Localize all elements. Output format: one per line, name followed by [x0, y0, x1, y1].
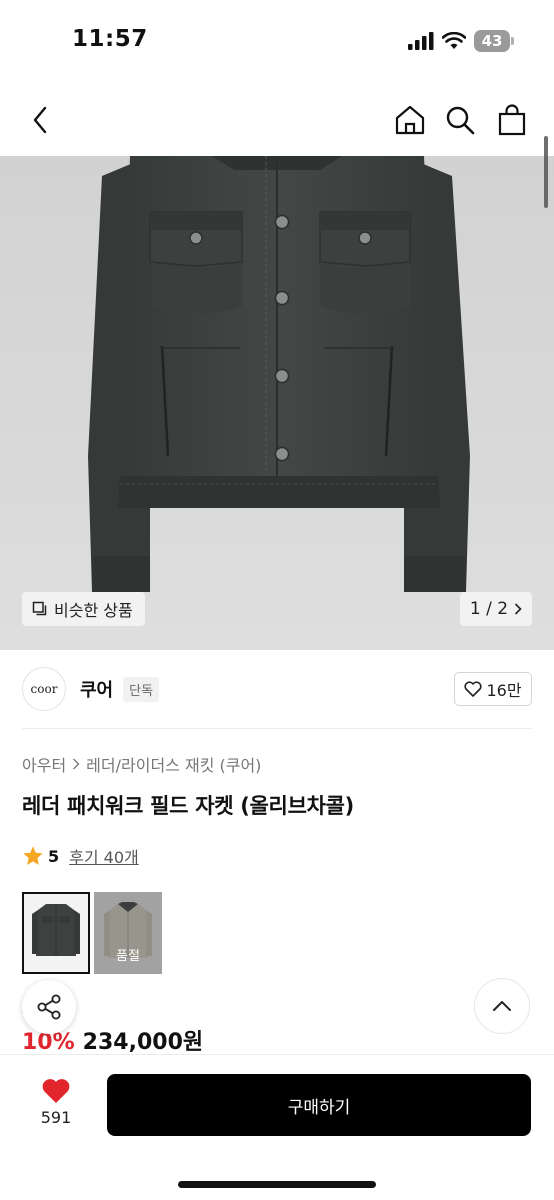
breadcrumb-subcategory[interactable]: 레더/라이더스 재킷 (쿠어) — [86, 752, 261, 776]
color-option-charcoal[interactable] — [22, 892, 90, 974]
wish-count: 591 — [40, 1108, 72, 1127]
similar-products-label: 비슷한 상품 — [54, 601, 133, 620]
wifi-icon — [442, 32, 466, 49]
wish-button[interactable]: 591 — [30, 1077, 82, 1127]
brand-like-count: 16만 — [486, 681, 522, 700]
top-nav — [0, 90, 554, 154]
brand-row: coor 쿠어 단독 16만 — [22, 662, 532, 716]
chevron-right-icon — [515, 603, 522, 615]
buy-button[interactable]: 구매하기 — [107, 1074, 531, 1136]
scroll-to-top-button[interactable] — [474, 978, 530, 1034]
chevron-right-icon — [73, 758, 80, 770]
share-icon — [37, 994, 61, 1020]
product-image-gallery[interactable]: 비슷한 상품 1 / 2 — [0, 156, 554, 650]
similar-products-button[interactable]: 비슷한 상품 — [22, 592, 145, 626]
jacket-thumbnail-charcoal — [32, 904, 80, 956]
exclusive-badge: 단독 — [123, 676, 160, 702]
cellular-signal-icon — [408, 32, 434, 50]
status-time: 11:57 — [72, 26, 148, 52]
search-button[interactable] — [440, 100, 480, 140]
breadcrumb-category[interactable]: 아우터 — [22, 752, 66, 776]
brand-like-button[interactable]: 16만 — [454, 672, 532, 706]
breadcrumb: 아우터 레더/라이더스 재킷 (쿠어) — [22, 752, 261, 776]
chevron-up-icon — [493, 1001, 511, 1011]
rating-row: 5 후기 40개 — [22, 844, 139, 868]
status-icons: 43 — [408, 30, 514, 52]
back-button[interactable] — [20, 100, 60, 140]
rating-score: 5 — [48, 846, 60, 866]
chevron-left-icon — [33, 106, 47, 134]
image-page-indicator[interactable]: 1 / 2 — [460, 592, 532, 626]
cart-button[interactable] — [492, 100, 532, 140]
final-price: 234,000원 — [82, 1030, 204, 1055]
jacket-product-image — [0, 156, 554, 650]
review-count-link[interactable]: 후기 40개 — [69, 844, 139, 868]
brand-logo[interactable]: coor — [22, 667, 66, 711]
status-bar: 11:57 43 — [0, 0, 554, 84]
bottom-action-bar: 591 구매하기 — [0, 1054, 554, 1200]
divider — [22, 728, 532, 729]
color-option-beige[interactable]: 품절 — [94, 892, 162, 974]
copy-icon — [32, 601, 47, 616]
sold-out-label: 품절 — [94, 892, 162, 974]
share-button[interactable] — [22, 980, 76, 1034]
home-indicator — [178, 1181, 376, 1188]
shopping-bag-icon — [498, 104, 526, 136]
star-icon — [23, 846, 43, 865]
product-title: 레더 패치워크 필드 자켓 (올리브차콜) — [22, 794, 354, 818]
image-page-count: 1 / 2 — [469, 599, 509, 619]
search-icon — [446, 106, 475, 135]
page-scrollbar[interactable] — [544, 136, 548, 208]
brand-name[interactable]: 쿠어 — [80, 676, 113, 702]
battery-indicator: 43 — [474, 30, 514, 52]
heart-filled-icon — [42, 1079, 70, 1103]
home-icon — [395, 105, 425, 135]
color-options: 품절 — [22, 892, 162, 974]
heart-outline-icon — [464, 681, 482, 697]
home-button[interactable] — [390, 100, 430, 140]
